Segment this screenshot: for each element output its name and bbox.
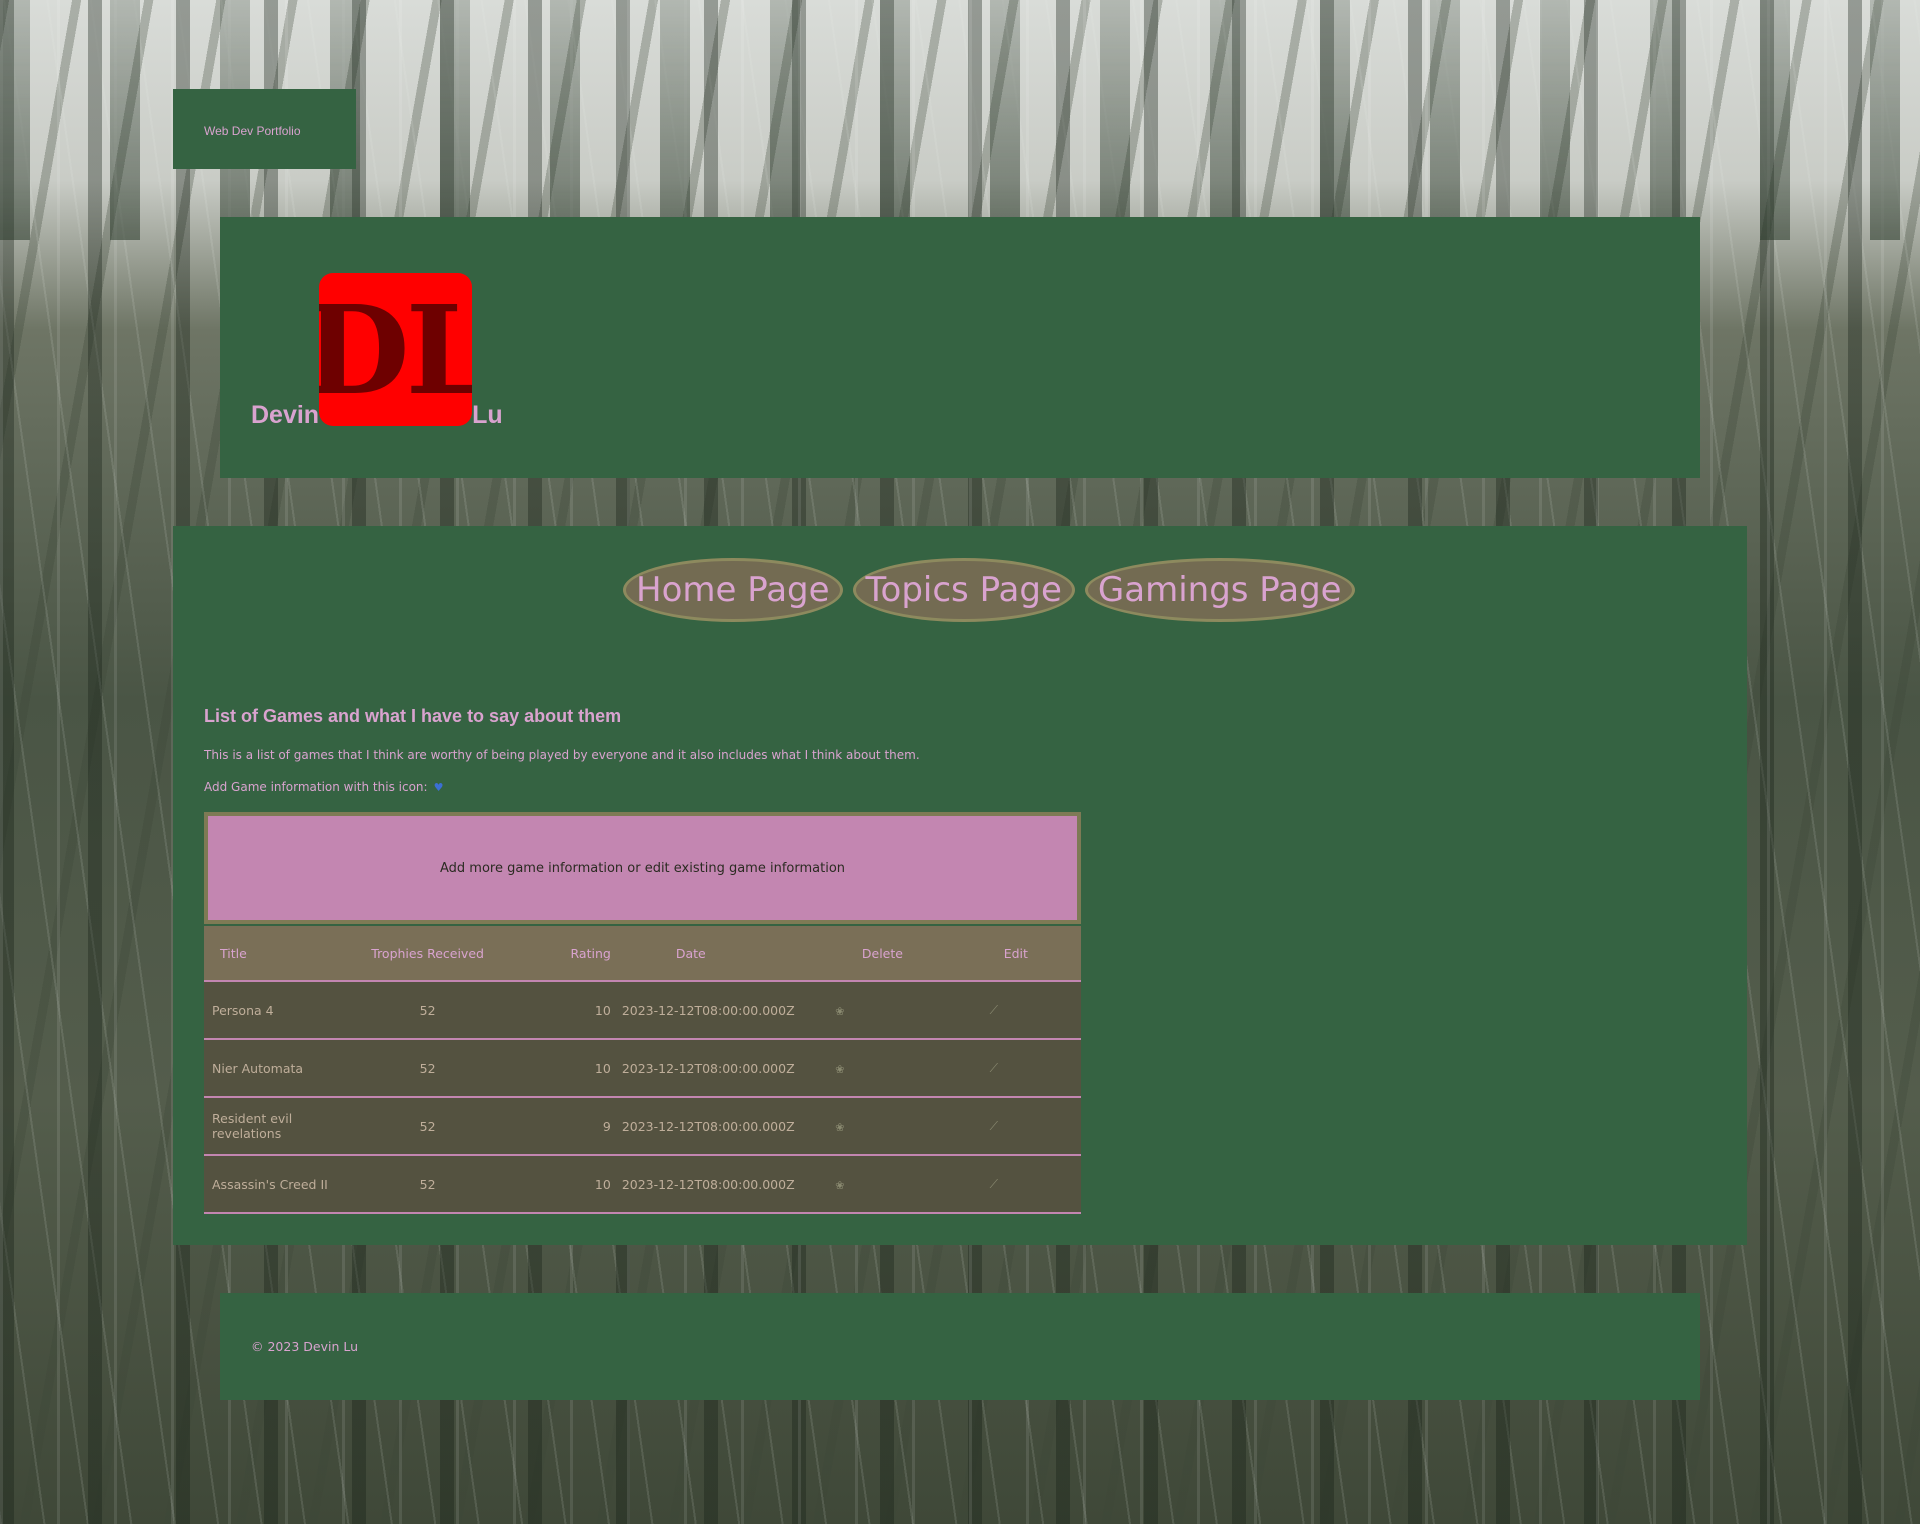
nav-topics-page[interactable]: Topics Page: [852, 558, 1075, 622]
pencil-icon[interactable]: ⟋: [990, 1119, 998, 1134]
site-footer: © 2023 Devin Lu: [220, 1293, 1700, 1400]
col-trophies: Trophies Received: [371, 945, 484, 961]
cell-rating: 10: [594, 1060, 611, 1076]
cell-date: 2023-12-12T08:00:00.000Z: [621, 1002, 795, 1018]
col-delete: Delete: [861, 945, 903, 961]
table-row: Assassin's Creed II 52 10 2023-12-12T08:…: [204, 1155, 1081, 1213]
pencil-icon[interactable]: ⟋: [990, 1061, 998, 1076]
cell-title: Assassin's Creed II: [212, 1176, 328, 1192]
site-header: Devin DL Lu: [220, 217, 1700, 478]
portfolio-badge[interactable]: Web Dev Portfolio: [173, 89, 356, 169]
trash-icon[interactable]: ❀: [835, 1005, 844, 1018]
cell-rating: 10: [594, 1002, 611, 1018]
cell-trophies: 52: [419, 1002, 436, 1018]
logo: DL: [319, 273, 473, 426]
add-info-line: Add Game information with this icon: ♥: [204, 780, 443, 794]
cell-date: 2023-12-12T08:00:00.000Z: [621, 1118, 795, 1134]
main-content: Home Page Topics Page Gamings Page List …: [173, 526, 1747, 1245]
cell-title: Persona 4: [212, 1002, 274, 1018]
cell-date: 2023-12-12T08:00:00.000Z: [621, 1176, 795, 1192]
trash-icon[interactable]: ❀: [835, 1121, 844, 1134]
cell-rating: 9: [602, 1118, 611, 1134]
add-game-panel[interactable]: Add more game information or edit existi…: [204, 812, 1081, 924]
col-title: Title: [220, 945, 247, 961]
page-title: List of Games and what I have to say abo…: [204, 706, 622, 726]
cell-date: 2023-12-12T08:00:00.000Z: [621, 1060, 795, 1076]
nav-home-page[interactable]: Home Page: [623, 558, 843, 622]
cell-rating: 10: [594, 1176, 611, 1192]
portfolio-badge-label: Web Dev Portfolio: [204, 124, 301, 138]
footer-copyright: © 2023 Devin Lu: [251, 1339, 359, 1354]
cell-title: Resident evil revelations: [212, 1111, 293, 1141]
table-row: Nier Automata 52 10 2023-12-12T08:00:00.…: [204, 1039, 1081, 1097]
intro-text: This is a list of games that I think are…: [204, 748, 920, 762]
pencil-icon[interactable]: ⟋: [990, 1177, 998, 1192]
col-date: Date: [675, 945, 706, 961]
cell-trophies: 52: [419, 1176, 436, 1192]
col-rating: Rating: [570, 945, 611, 961]
trash-icon[interactable]: ❀: [835, 1063, 844, 1076]
table-header-row: Title Trophies Received Rating Date Dele…: [204, 926, 1081, 981]
last-name: Lu: [472, 401, 503, 429]
cell-trophies: 52: [419, 1060, 436, 1076]
cell-trophies: 52: [419, 1118, 436, 1134]
main-nav: Home Page Topics Page Gamings Page: [623, 558, 1355, 622]
table-row: Resident evil revelations 52 9 2023-12-1…: [204, 1097, 1081, 1155]
site-name: Devin DL Lu: [251, 273, 503, 429]
nav-gamings-page[interactable]: Gamings Page: [1084, 558, 1355, 622]
heart-icon[interactable]: ♥: [434, 781, 444, 794]
add-game-panel-text: Add more game information or edit existi…: [439, 860, 846, 876]
cell-title: Nier Automata: [212, 1060, 304, 1076]
logo-text: DL: [319, 277, 473, 422]
add-info-text: Add Game information with this icon:: [204, 780, 428, 794]
table-row: Persona 4 52 10 2023-12-12T08:00:00.000Z…: [204, 981, 1081, 1039]
games-table: Title Trophies Received Rating Date Dele…: [204, 926, 1081, 1214]
trash-icon[interactable]: ❀: [835, 1179, 844, 1192]
pencil-icon[interactable]: ⟋: [990, 1003, 998, 1018]
col-edit: Edit: [1003, 945, 1028, 961]
first-name: Devin: [251, 401, 320, 429]
